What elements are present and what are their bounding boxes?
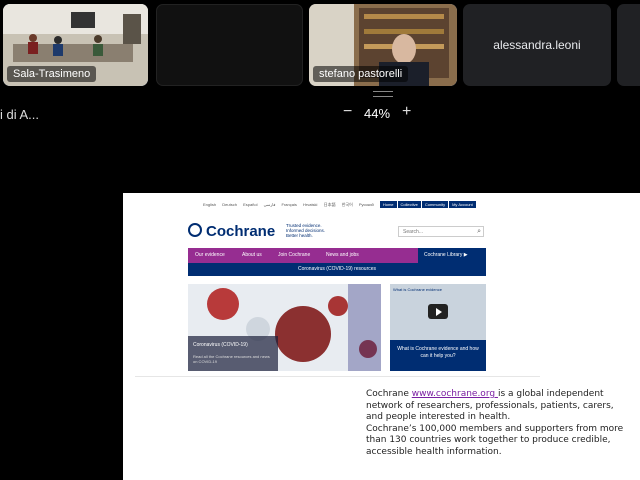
participant-tile-alessandra[interactable]: alessandra.leoni <box>463 4 611 86</box>
hero-subcaption: Read all the Cochrane resources and news… <box>193 354 270 364</box>
search-icon: ⌕ <box>477 228 481 235</box>
video-title: What is Cochrane evidence <box>393 287 442 292</box>
participant-name: stefano pastorelli <box>313 66 409 82</box>
nav-item: Join Cochrane <box>278 252 311 258</box>
lang-link: فارسی <box>263 202 276 207</box>
lang-link: 日本語 <box>323 202 336 207</box>
hero-image: Coronavirus (COVID-19) Read all the Coch… <box>188 284 381 371</box>
slide-text: Cochrane www.cochrane.org is a global in… <box>366 389 630 458</box>
library-label: Cochrane Library ▶ <box>424 252 468 258</box>
shared-doc-title: i di A... <box>0 107 40 122</box>
cochrane-logo: Cochrane <box>188 221 278 241</box>
library-tab: Cochrane Library ▶ <box>418 248 486 263</box>
video-card: What is Cochrane evidence What is Cochra… <box>390 284 486 371</box>
logo-text: Cochrane <box>206 223 276 240</box>
shared-slide: English Deutsch Español فارسی Français H… <box>123 193 640 480</box>
nav-item: Our evidence <box>195 252 225 258</box>
zoom-level: 44% <box>364 106 391 121</box>
play-icon <box>428 304 448 319</box>
lang-link: English <box>203 202 217 207</box>
lang-link: Français <box>281 202 297 207</box>
participant-name: Sala-Trasimeno <box>7 66 97 82</box>
lang-link: Русский <box>358 202 374 207</box>
cochrane-link[interactable]: www.cochrane.org <box>412 389 498 399</box>
search-placeholder: Search... <box>403 229 424 235</box>
site-button: Community <box>421 201 449 208</box>
site-button: My Account <box>449 201 476 208</box>
drag-handle[interactable] <box>373 91 393 97</box>
cochrane-logo-icon <box>188 223 202 237</box>
participant-tile-sala[interactable]: Sala-Trasimeno <box>3 4 148 86</box>
site-button: Collective <box>397 201 421 208</box>
site-tagline: Trusted evidence. Informed decisions. Be… <box>286 223 326 238</box>
site-search: Search... ⌕ <box>398 226 484 237</box>
hero-caption: Coronavirus (COVID-19) <box>193 342 248 348</box>
lang-link: Español <box>243 202 258 207</box>
video-thumbnail: What is Cochrane evidence <box>390 284 486 340</box>
zoom-in-button[interactable]: + <box>402 104 411 120</box>
nav-item: About us <box>242 252 262 258</box>
lang-link: Deutsch <box>222 202 237 207</box>
participant-tile-overflow[interactable] <box>617 4 640 86</box>
video-caption: What is Cochrane evidence and how can it… <box>397 346 479 359</box>
site-button: Home <box>379 201 397 208</box>
lang-link: 한국어 <box>341 202 353 207</box>
covid-banner: Coronavirus (COVID-19) resources <box>188 263 486 276</box>
text-prefix: Cochrane <box>366 389 412 399</box>
participant-tile-stefano[interactable]: stefano pastorelli <box>309 4 457 86</box>
zoom-out-button[interactable]: − <box>343 104 352 120</box>
website-screenshot: English Deutsch Español فارسی Français H… <box>188 201 540 371</box>
participant-tile-empty[interactable] <box>156 4 303 86</box>
nav-item: News and jobs <box>326 252 359 258</box>
lang-link: Hrvatski <box>303 202 318 207</box>
site-nav: Our evidence About us Join Cochrane News… <box>188 248 486 263</box>
text-body-2: Cochrane’s 100,000 members and supporter… <box>366 423 624 457</box>
language-bar: English Deutsch Español فارسی Français H… <box>203 201 540 210</box>
divider <box>135 376 540 377</box>
participant-name: alessandra.leoni <box>493 38 581 52</box>
